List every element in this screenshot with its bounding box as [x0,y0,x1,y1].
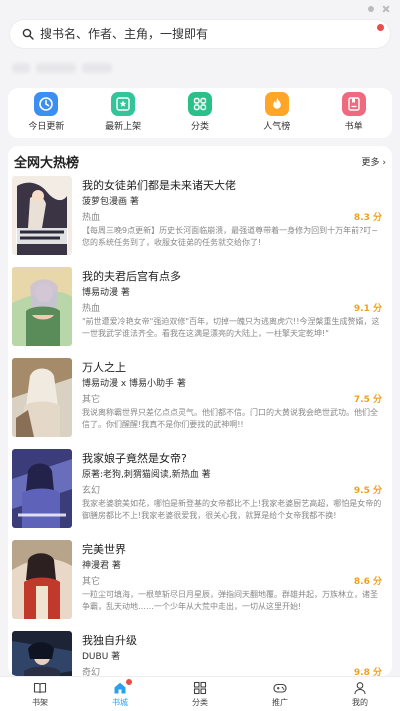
book-title: 我的女徒弟们都是未来诸天大佬 [82,179,236,192]
tab-label: 书架 [32,697,48,707]
bookmark-list-icon [341,92,366,116]
tab-bookstore[interactable]: 书城 [90,678,150,708]
book-genre: 奇幻 [82,668,101,676]
book-description: "前世遭爱冷艳女帝"强迫双修"百年，切掉一魄只为逃离虎穴!!今涅槃重生成赘婿，这… [82,317,380,338]
book-item[interactable]: 我的夫君后宫有点多 博易动漫 著 热血 9.1 分 "前世遭爱冷艳女帝"强迫双修… [12,267,388,353]
tab-label: 分类 [192,697,208,707]
hot-list-header: 全网大热榜 更多 › [8,146,392,171]
book-cover [12,540,72,619]
book-description: 【每周三晚9点更新】历史长河面临崩溃，最强道尊带着一身修为回到十万年前?叮~您的… [82,226,379,247]
book-item[interactable]: 我的女徒弟们都是未来诸天大佬 菠萝包漫画 著 热血 8.3 分 【每周三晚9点更… [12,176,388,262]
book-description: 一粒尘可填海，一根草斩尽日月星辰，弹指间天翻地覆。群雄并起，万族林立，诸圣争霸，… [82,590,378,611]
book-score: 9.8 分 [353,668,382,676]
more-label: 更多 [361,157,380,168]
book-author: 博易动漫 著 [82,288,130,298]
book-author: 菠萝包漫画 著 [82,197,139,207]
hot-list-title: 全网大热榜 [14,155,80,171]
book-genre: 热血 [82,213,101,223]
book-author: 原著:老狗,刺猬猫阅读,新热血 著 [82,470,211,480]
quick-link-label: 最新上架 [105,122,142,132]
book-item[interactable]: 我独自升级 DUBU 著 奇幻 9.8 分 [12,631,388,676]
book-cover [12,358,72,437]
book-score: 8.3 分 [353,213,382,223]
flame-icon [264,92,289,116]
book-score: 9.5 分 [353,486,382,496]
blurred-banner [12,57,132,79]
bottom-tab-bar: 书架 书城 分类 推广 我的 [0,676,400,711]
book-cover [12,449,72,528]
search-bar[interactable] [10,20,390,48]
book-title: 我独自升级 [82,634,137,647]
hot-list-panel: 全网大热榜 更多 › 我的女徒弟们都是未来诸天大佬 菠萝包漫画 著 热血 8.3… [8,146,392,676]
book-description: 我家老婆貌美如花，哪怕是新登基的女帝都比不上!我家老婆厨艺高超，哪怕是女帝的御膳… [82,499,382,520]
book-open-icon [33,682,47,693]
tab-promotion[interactable]: 推广 [250,681,310,708]
book-title: 万人之上 [82,361,126,374]
book-title: 我的夫君后宫有点多 [82,270,181,283]
book-score: 9.1 分 [353,304,382,314]
quick-links: 今日更新 最新上架 分类 人气榜 书单 [8,88,392,138]
quick-link-label: 今日更新 [28,122,65,132]
quick-link-new-arrivals[interactable]: 最新上架 [93,92,153,132]
status-bar [0,0,400,18]
more-link[interactable]: 更多 › [362,155,387,168]
book-title: 我家娘子竟然是女帝? [82,452,187,465]
notification-dot [126,678,132,685]
close-icon [382,5,390,13]
book-description: 我说离称霸世界只差亿点点灵气。他们都不信。门口的大黄说我会绝世武功。他们全信了。… [82,408,378,429]
quick-link-label: 书单 [344,122,363,132]
book-genre: 玄幻 [82,486,101,496]
book-genre: 其它 [82,395,101,405]
book-item[interactable]: 我家娘子竟然是女帝? 原著:老狗,刺猬猫阅读,新热血 著 玄幻 9.5 分 我家… [12,449,388,535]
quick-link-popular[interactable]: 人气榜 [247,92,307,132]
quick-link-today-update[interactable]: 今日更新 [16,92,76,132]
person-icon [354,681,366,694]
book-item[interactable]: 完美世界 神漫君 著 其它 8.6 分 一粒尘可填海，一根草斩尽日月星辰，弹指间… [12,540,388,626]
tab-label: 我的 [352,697,368,707]
tab-bookshelf[interactable]: 书架 [10,681,70,708]
book-score: 7.5 分 [353,395,382,405]
star-box-icon [111,92,136,116]
tab-category[interactable]: 分类 [170,681,230,708]
home-icon [114,682,126,693]
book-genre: 其它 [82,577,101,587]
quick-link-label: 分类 [190,122,209,132]
book-author: DUBU 著 [82,652,121,662]
gamepad-icon [273,683,287,693]
book-cover [12,267,72,346]
search-icon [22,28,34,40]
book-author: 神漫君 著 [82,561,121,571]
quick-link-category[interactable]: 分类 [170,92,230,132]
book-author: 博易动漫 x 博易小助手 著 [82,379,186,389]
tab-label: 推广 [272,697,288,707]
book-cover [12,631,72,676]
book-score: 8.6 分 [353,577,382,587]
clock-icon [34,92,59,116]
book-title: 完美世界 [82,543,126,556]
search-input[interactable] [40,27,340,41]
status-dot-icon [368,6,374,12]
tab-label: 书城 [112,697,128,707]
book-genre: 热血 [82,304,101,314]
notification-dot [377,24,384,31]
chevron-right-icon: › [382,157,386,168]
grid-icon [193,681,207,694]
quick-link-label: 人气榜 [263,122,291,132]
grid-icon [187,92,212,116]
book-item[interactable]: 万人之上 博易动漫 x 博易小助手 著 其它 7.5 分 我说离称霸世界只差亿点… [12,358,388,444]
quick-link-booklist[interactable]: 书单 [324,92,384,132]
tab-profile[interactable]: 我的 [330,681,390,708]
book-cover [12,176,72,255]
